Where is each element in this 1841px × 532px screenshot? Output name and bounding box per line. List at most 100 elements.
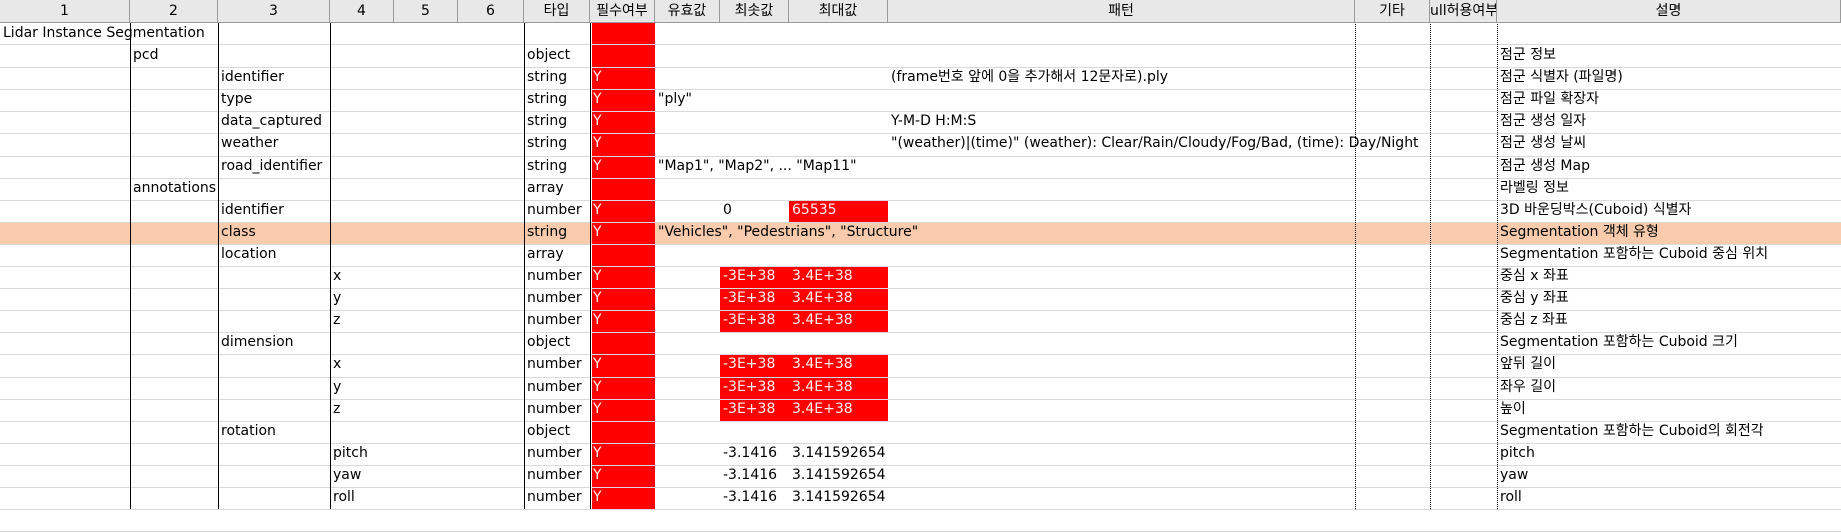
cell-req[interactable]: Y (590, 465, 655, 487)
cell-min[interactable]: -3E+38 (720, 288, 789, 310)
cell-req[interactable]: Y (590, 200, 655, 222)
cell-desc[interactable]: 중심 y 좌표 (1497, 288, 1841, 310)
cell-c3[interactable]: identifier (218, 67, 330, 89)
cell-type[interactable]: object (524, 332, 590, 354)
cell-req[interactable]: Y (590, 156, 655, 178)
cell-desc[interactable]: yaw (1497, 465, 1841, 487)
cell-type[interactable]: number (524, 377, 590, 399)
cell-type[interactable]: number (524, 354, 590, 376)
cell-req[interactable]: Y (590, 310, 655, 332)
cell-type[interactable]: number (524, 399, 590, 421)
column-header-1[interactable]: 1 (0, 0, 130, 23)
column-header-15[interactable]: 설명 (1497, 0, 1841, 23)
cell-req[interactable]: Y (590, 266, 655, 288)
cell-c3[interactable]: weather (218, 133, 330, 155)
cell-min[interactable]: -3E+38 (720, 266, 789, 288)
column-header-12[interactable]: 패턴 (888, 0, 1355, 23)
cell-c3[interactable]: identifier (218, 200, 330, 222)
cell-min[interactable]: -3E+38 (720, 377, 789, 399)
cell-max[interactable]: 65535 (789, 200, 888, 222)
cell-req[interactable]: Y (590, 288, 655, 310)
cell-c3[interactable]: data_captured (218, 111, 330, 133)
cell-req[interactable]: Y (590, 399, 655, 421)
cell-type[interactable]: string (524, 89, 590, 111)
cell-desc[interactable]: roll (1497, 487, 1841, 509)
cell-min[interactable]: -3E+38 (720, 399, 789, 421)
cell-c2[interactable]: annotations (130, 178, 218, 200)
cell-min[interactable]: -3E+38 (720, 354, 789, 376)
cell-type[interactable]: number (524, 443, 590, 465)
cell-type[interactable]: string (524, 133, 590, 155)
cell-desc[interactable]: 중심 z 좌표 (1497, 310, 1841, 332)
cell-desc[interactable]: 3D 바운딩박스(Cuboid) 식별자 (1497, 200, 1841, 222)
cell-c4[interactable]: y (330, 377, 394, 399)
cell-desc[interactable]: Segmentation 포함하는 Cuboid 크기 (1497, 332, 1841, 354)
column-header-7[interactable]: 타입 (524, 0, 590, 23)
column-header-10[interactable]: 최솟값 (720, 0, 789, 23)
cell-type[interactable]: object (524, 421, 590, 443)
cell-desc[interactable]: 점군 생성 일자 (1497, 111, 1841, 133)
cell-c3[interactable]: type (218, 89, 330, 111)
cell-req[interactable]: Y (590, 377, 655, 399)
cell-min[interactable]: 0 (720, 200, 789, 222)
cell-max[interactable]: 3.4E+38 (789, 310, 888, 332)
cell-min[interactable]: -3.1416 (720, 465, 789, 487)
cell-c3[interactable]: dimension (218, 332, 330, 354)
cell-type[interactable]: number (524, 310, 590, 332)
column-header-9[interactable]: 유효값 (655, 0, 720, 23)
cell-desc[interactable]: 앞뒤 길이 (1497, 354, 1841, 376)
cell-type[interactable]: array (524, 244, 590, 266)
cell-desc[interactable]: 점군 파일 확장자 (1497, 89, 1841, 111)
cell-min[interactable]: -3.1416 (720, 487, 789, 509)
cell-desc[interactable]: pitch (1497, 443, 1841, 465)
cell-c2[interactable]: pcd (130, 45, 218, 67)
column-header-8[interactable]: 필수여부 (590, 0, 655, 23)
cell-max[interactable]: 3.4E+38 (789, 288, 888, 310)
cell-valid[interactable]: "Vehicles", "Pedestrians", "Structure" (655, 222, 1455, 244)
cell-type[interactable]: array (524, 178, 590, 200)
cell-c4[interactable]: yaw (330, 465, 394, 487)
cell-max[interactable]: 3.141592654 (789, 443, 888, 465)
column-header-4[interactable]: 4 (330, 0, 394, 23)
cell-c3[interactable]: rotation (218, 421, 330, 443)
cell-c4[interactable]: z (330, 399, 394, 421)
cell-c3[interactable]: class (218, 222, 330, 244)
cell-req[interactable]: Y (590, 354, 655, 376)
cell-type[interactable]: number (524, 200, 590, 222)
cell-max[interactable]: 3.4E+38 (789, 266, 888, 288)
cell-desc[interactable]: 점군 생성 날씨 (1497, 133, 1841, 155)
cell-c4[interactable]: x (330, 354, 394, 376)
cell-type[interactable]: string (524, 111, 590, 133)
cell-type[interactable]: string (524, 222, 590, 244)
cell-req[interactable]: Y (590, 89, 655, 111)
cell-c3[interactable]: road_identifier (218, 156, 330, 178)
cell-desc[interactable]: 점군 식별자 (파일명) (1497, 67, 1841, 89)
cell-c4[interactable]: pitch (330, 443, 394, 465)
cell-c4[interactable]: y (330, 288, 394, 310)
cell-valid[interactable]: "Map1", "Map2", ... "Map11" (655, 156, 1455, 178)
cell-desc[interactable]: Segmentation 객체 유형 (1497, 222, 1841, 244)
column-header-14[interactable]: ull허용여부 (1430, 0, 1497, 23)
cell-c3[interactable]: location (218, 244, 330, 266)
cell-req[interactable]: Y (590, 133, 655, 155)
cell-desc[interactable]: 라벨링 정보 (1497, 178, 1841, 200)
cell-c4[interactable]: x (330, 266, 394, 288)
cell-desc[interactable]: 점군 생성 Map (1497, 156, 1841, 178)
column-header-5[interactable]: 5 (394, 0, 458, 23)
column-header-3[interactable]: 3 (218, 0, 330, 23)
cell-type[interactable]: number (524, 465, 590, 487)
cell-valid[interactable]: "ply" (655, 89, 1455, 111)
column-header-6[interactable]: 6 (458, 0, 524, 23)
cell-desc[interactable]: 중심 x 좌표 (1497, 266, 1841, 288)
cell-type[interactable]: number (524, 487, 590, 509)
sheet-title[interactable]: Lidar Instance Segmentation (0, 23, 520, 45)
cell-type[interactable]: string (524, 156, 590, 178)
cell-max[interactable]: 3.141592654 (789, 487, 888, 509)
cell-req[interactable]: Y (590, 443, 655, 465)
cell-type[interactable]: number (524, 266, 590, 288)
cell-type[interactable]: object (524, 45, 590, 67)
cell-desc[interactable]: 좌우 길이 (1497, 377, 1841, 399)
cell-type[interactable]: number (524, 288, 590, 310)
cell-min[interactable]: -3.1416 (720, 443, 789, 465)
cell-max[interactable]: 3.4E+38 (789, 354, 888, 376)
